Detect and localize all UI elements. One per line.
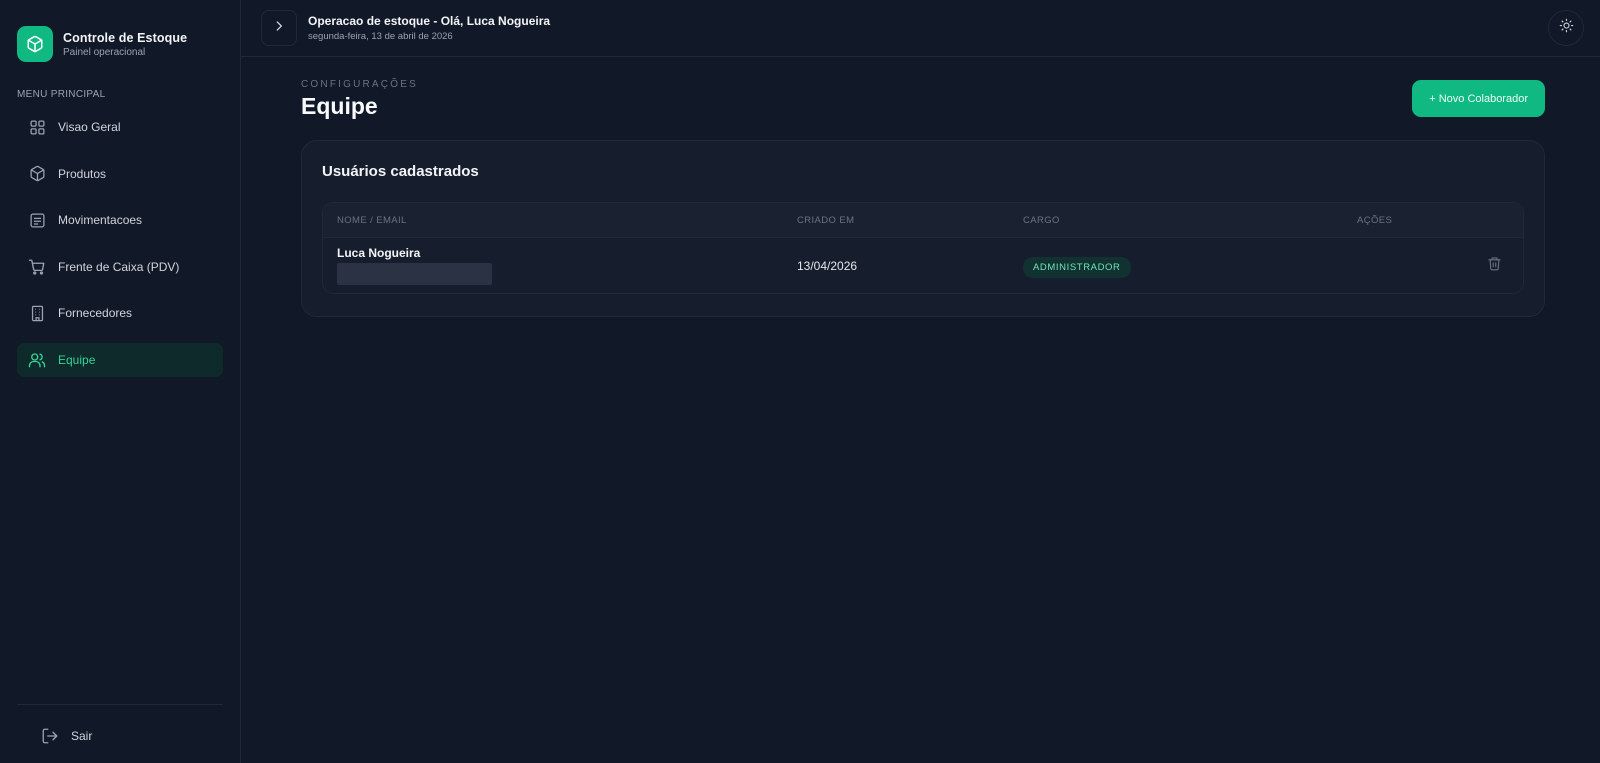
sidebar-item-label: Frente de Caixa (PDV) — [58, 259, 180, 274]
role-badge: ADMINISTRADOR — [1023, 256, 1131, 278]
building-icon — [28, 304, 46, 322]
column-header-name: NOME / EMAIL — [337, 214, 407, 226]
brand-text: Controle de Estoque Painel operacional — [63, 31, 187, 58]
document-icon — [28, 211, 46, 229]
sidebar-item-label: Produtos — [58, 166, 107, 181]
menu-section-label: MENU PRINCIPAL — [17, 89, 106, 100]
box-icon — [28, 165, 46, 183]
grid-icon — [28, 118, 46, 136]
users-icon — [28, 351, 46, 369]
cart-icon — [28, 258, 46, 276]
column-header-created: CRIADO EM — [797, 214, 855, 226]
card-title: Usuários cadastrados — [322, 163, 479, 180]
column-header-actions: AÇÕES — [1357, 214, 1393, 226]
sidebar-item-pdv[interactable]: Frente de Caixa (PDV) — [17, 250, 223, 284]
logout-icon — [41, 727, 59, 745]
topbar-date: segunda-feira, 13 de abril de 2026 — [308, 31, 453, 42]
cube-icon — [17, 26, 53, 62]
sidebar-item-label: Fornecedores — [58, 306, 133, 320]
topbar-text: Operacao de estoque - Olá, Luca Nogueira… — [308, 14, 550, 42]
column-header-role: CARGO — [1023, 214, 1060, 226]
users-table: NOME / EMAIL CRIADO EM CARGO AÇÕES Luca … — [322, 202, 1524, 294]
sidebar-item-label: Equipe — [58, 352, 96, 367]
chevron-right-icon — [272, 19, 286, 38]
topbar: Operacao de estoque - Olá, Luca Nogueira… — [241, 0, 1600, 57]
sidebar: Controle de Estoque Painel operacional M… — [0, 0, 241, 763]
redacted-email — [337, 263, 492, 285]
sidebar-item-equipe[interactable]: Equipe — [17, 342, 223, 377]
sidebar-item-visao-geral[interactable]: Visao Geral — [17, 110, 223, 144]
sidebar-toggle-button[interactable] — [261, 10, 297, 46]
page-kicker: CONFIGURAÇÕES — [301, 79, 418, 90]
sidebar-item-label: Visao Geral — [58, 120, 121, 134]
logout-button[interactable]: Sair — [17, 719, 223, 753]
app-root: Controle de Estoque Painel operacional M… — [0, 0, 1600, 763]
page-title: Equipe — [301, 93, 378, 119]
page-content: CONFIGURAÇÕES Equipe + Novo Colaborador … — [241, 57, 1600, 317]
created-date: 13/04/2026 — [797, 258, 858, 273]
sidebar-item-movimentacoes[interactable]: Movimentacoes — [17, 203, 223, 237]
sun-icon — [1559, 18, 1574, 38]
sidebar-item-label: Movimentacoes — [58, 213, 143, 227]
user-cell: Luca Nogueira — [337, 246, 492, 285]
brand: Controle de Estoque Painel operacional — [0, 0, 240, 62]
users-card: Usuários cadastrados NOME / EMAIL CRIADO… — [301, 140, 1545, 317]
main-area: Operacao de estoque - Olá, Luca Nogueira… — [241, 0, 1600, 763]
sidebar-footer: Sair — [17, 704, 223, 753]
trash-icon — [1487, 256, 1502, 276]
brand-subtitle: Painel operacional — [63, 46, 146, 58]
table-header: NOME / EMAIL CRIADO EM CARGO AÇÕES — [323, 203, 1523, 237]
brand-title: Controle de Estoque — [63, 30, 188, 45]
role-cell: ADMINISTRADOR — [1023, 256, 1131, 278]
sidebar-nav: Visao Geral Produtos Movimentacoes Frent… — [0, 110, 240, 377]
topbar-title: Operacao de estoque - Olá, Luca Nogueira — [308, 14, 551, 28]
new-collaborator-button[interactable]: + Novo Colaborador — [1412, 80, 1545, 117]
logout-label: Sair — [71, 729, 93, 743]
user-name: Luca Nogueira — [337, 246, 421, 260]
sidebar-item-fornecedores[interactable]: Fornecedores — [17, 296, 223, 330]
delete-user-button[interactable] — [1485, 256, 1503, 276]
theme-toggle-button[interactable] — [1548, 10, 1584, 46]
sidebar-item-produtos[interactable]: Produtos — [17, 157, 223, 191]
table-row: Luca Nogueira 13/04/2026 ADMINISTRADOR — [323, 237, 1523, 293]
